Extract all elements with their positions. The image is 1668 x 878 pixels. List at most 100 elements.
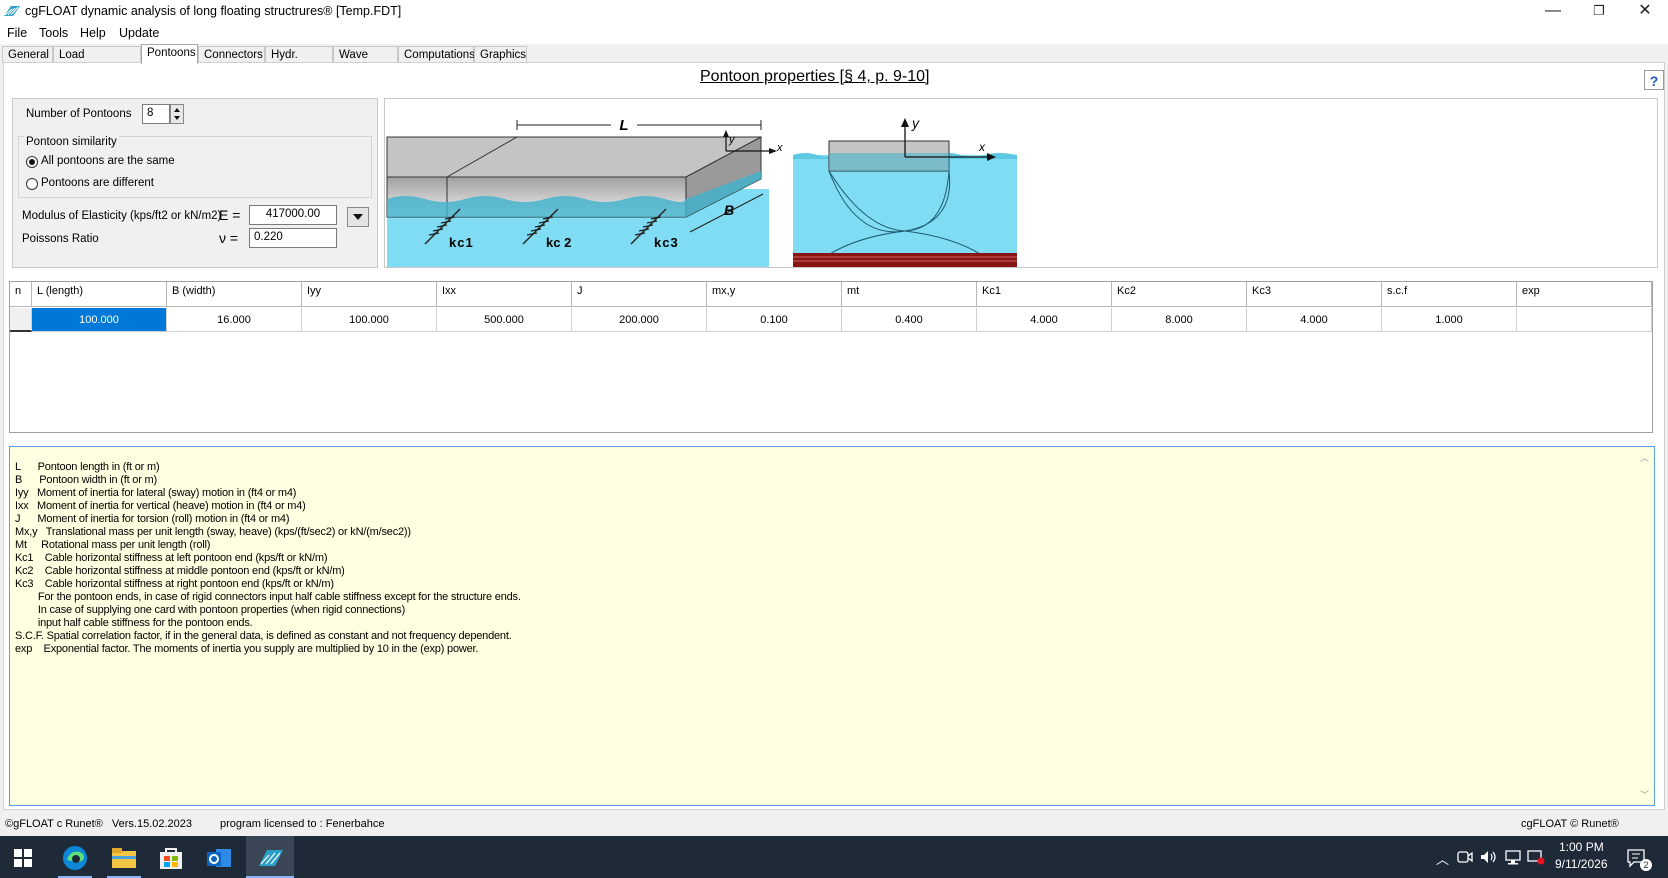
kc1-label: kc1 [449, 235, 474, 250]
section-water [793, 155, 1017, 267]
kc3-label: kc3 [654, 235, 679, 250]
num-pontoons-input[interactable]: 8 [142, 104, 170, 124]
axis-x-label-3d: x [776, 142, 783, 154]
tab-general[interactable]: General [2, 46, 53, 63]
scroll-down-icon[interactable]: ﹀ [1640, 788, 1652, 801]
table-cell[interactable]: 500.000 [437, 308, 572, 332]
restore-button[interactable]: ❐ [1576, 0, 1622, 24]
network-icon[interactable] [1504, 849, 1522, 865]
column-header[interactable]: mt [842, 282, 977, 307]
edge-icon[interactable] [62, 845, 88, 871]
tab-connectors[interactable]: Connectors [198, 46, 265, 63]
radio-different[interactable] [26, 178, 38, 190]
column-header[interactable]: B (width) [167, 282, 302, 307]
column-header[interactable]: J [572, 282, 707, 307]
clock-time[interactable]: 1:00 PM [1559, 840, 1604, 854]
notification-count-badge: 2 [1640, 859, 1652, 871]
row-selector[interactable] [10, 308, 32, 332]
legend-line: Kc2 Cable horizontal stiffness at middle… [15, 565, 345, 577]
windows-start-icon[interactable] [14, 849, 32, 867]
table-cell[interactable]: 100.000 [32, 308, 167, 332]
page-title: Pontoon properties [§ 4, p. 9-10] [700, 68, 930, 85]
dim-L-label: L [619, 117, 628, 134]
help-button[interactable]: ? [1644, 70, 1664, 90]
legend-line: S.C.F. Spatial correlation factor, if in… [15, 630, 512, 642]
radio-all-same[interactable] [26, 156, 38, 168]
legend-line: L Pontoon length in (ft or m) [15, 461, 160, 473]
volume-icon[interactable] [1480, 849, 1498, 865]
pontoon-properties-table: n L (length) B (width) Iyy Ixx J mx,y mt… [9, 281, 1653, 433]
menu-tools[interactable]: Tools [39, 26, 68, 40]
app-icon [4, 6, 20, 16]
modulus-input[interactable]: 417000.00 [249, 205, 337, 225]
menu-help[interactable]: Help [80, 26, 106, 40]
store-icon[interactable] [159, 846, 183, 870]
legend-line: For the pontoon ends, in case of rigid c… [15, 591, 521, 603]
column-header[interactable]: Kc1 [977, 282, 1112, 307]
title-bar: cgFLOAT dynamic analysis of long floatin… [0, 0, 1668, 24]
poisson-label: Poissons Ratio [22, 233, 99, 245]
table-cell[interactable] [1517, 308, 1652, 332]
tray-chevron-icon[interactable]: ︿ [1436, 849, 1449, 868]
table-cell[interactable]: 0.400 [842, 308, 977, 332]
meet-icon[interactable] [1457, 849, 1473, 865]
menu-update[interactable]: Update [119, 26, 159, 40]
tab-computations[interactable]: Computations [398, 46, 475, 63]
tab-load-correlation[interactable]: Load correlation [53, 46, 141, 77]
scroll-up-icon[interactable]: ︿ [1640, 451, 1652, 464]
column-header[interactable]: L (length) [32, 282, 167, 307]
tab-graphics[interactable]: Graphics [474, 46, 527, 63]
table-cell[interactable]: 4.000 [977, 308, 1112, 332]
modulus-symbol: E = [219, 207, 241, 223]
column-header[interactable]: Iyy [302, 282, 437, 307]
table-cell[interactable]: 4.000 [1247, 308, 1382, 332]
column-header[interactable]: s.c.f [1382, 282, 1517, 307]
status-copyright: cgFLOAT © Runet® [1521, 818, 1619, 830]
minimize-button[interactable]: — [1530, 0, 1576, 24]
kc2-label: kc 2 [546, 235, 571, 250]
table-cell[interactable]: 16.000 [167, 308, 302, 332]
menu-file[interactable]: File [7, 26, 27, 40]
legend-line: Kc1 Cable horizontal stiffness at left p… [15, 552, 328, 564]
table-cell[interactable]: 1.000 [1382, 308, 1517, 332]
outlook-icon[interactable] [206, 846, 232, 870]
window-title: cgFLOAT dynamic analysis of long floatin… [25, 4, 402, 18]
num-pontoons-spinner[interactable] [170, 104, 184, 124]
legend-line: Ixx Moment of inertia for vertical (heav… [15, 500, 306, 512]
axis-x-label-section: x [978, 140, 986, 154]
column-header[interactable]: Kc2 [1112, 282, 1247, 307]
column-header[interactable]: mx,y [707, 282, 842, 307]
column-header[interactable]: Kc3 [1247, 282, 1382, 307]
cgfloat-icon[interactable] [257, 846, 285, 870]
file-explorer-icon[interactable] [111, 847, 137, 869]
pontoon-similarity-label: Pontoon similarity [24, 136, 119, 148]
legend-line: In case of supplying one card with ponto… [15, 604, 406, 616]
radio-all-same-label[interactable]: All pontoons are the same [41, 155, 175, 167]
row-header-label: n [10, 282, 32, 307]
legend-line: Mt Rotational mass per unit length (roll… [15, 539, 211, 551]
legend-line: input half cable stiffness for the ponto… [15, 617, 253, 629]
close-button[interactable]: ✕ [1622, 0, 1668, 24]
pontoon-diagram-panel: L B y x kc1 kc 2 kc3 y x [384, 98, 1658, 268]
clock-date[interactable]: 9/11/2026 [1555, 857, 1608, 871]
modulus-label: Modulus of Elasticity (kps/ft2 or kN/m2) [22, 210, 222, 222]
tab-wave-data[interactable]: Wave data [333, 46, 398, 77]
column-header[interactable]: Ixx [437, 282, 572, 307]
tab-pontoons[interactable]: Pontoons [141, 44, 198, 64]
legend-line: Iyy Moment of inertia for lateral (sway)… [15, 487, 297, 499]
table-cell[interactable]: 8.000 [1112, 308, 1247, 332]
poisson-input[interactable]: 0.220 [249, 228, 337, 248]
dim-B-label: B [724, 202, 734, 218]
tab-hydr-coeff[interactable]: Hydr. Coeff. [265, 46, 333, 77]
action-center-alert-icon[interactable] [1527, 849, 1545, 865]
table-cell[interactable]: 0.100 [707, 308, 842, 332]
table-cell[interactable]: 200.000 [572, 308, 707, 332]
status-bar: ©gFLOAT c Runet® Vers.15.02.2023 program… [0, 812, 1668, 836]
num-pontoons-label: Number of Pontoons [26, 108, 132, 120]
pontoon-diagram: L B y x kc1 kc 2 kc3 y x [386, 115, 1017, 267]
column-header[interactable]: exp [1517, 282, 1652, 307]
radio-different-label[interactable]: Pontoons are different [41, 177, 154, 189]
modulus-dropdown-button[interactable] [347, 207, 369, 227]
table-cell[interactable]: 100.000 [302, 308, 437, 332]
poisson-symbol: ν = [219, 230, 239, 246]
